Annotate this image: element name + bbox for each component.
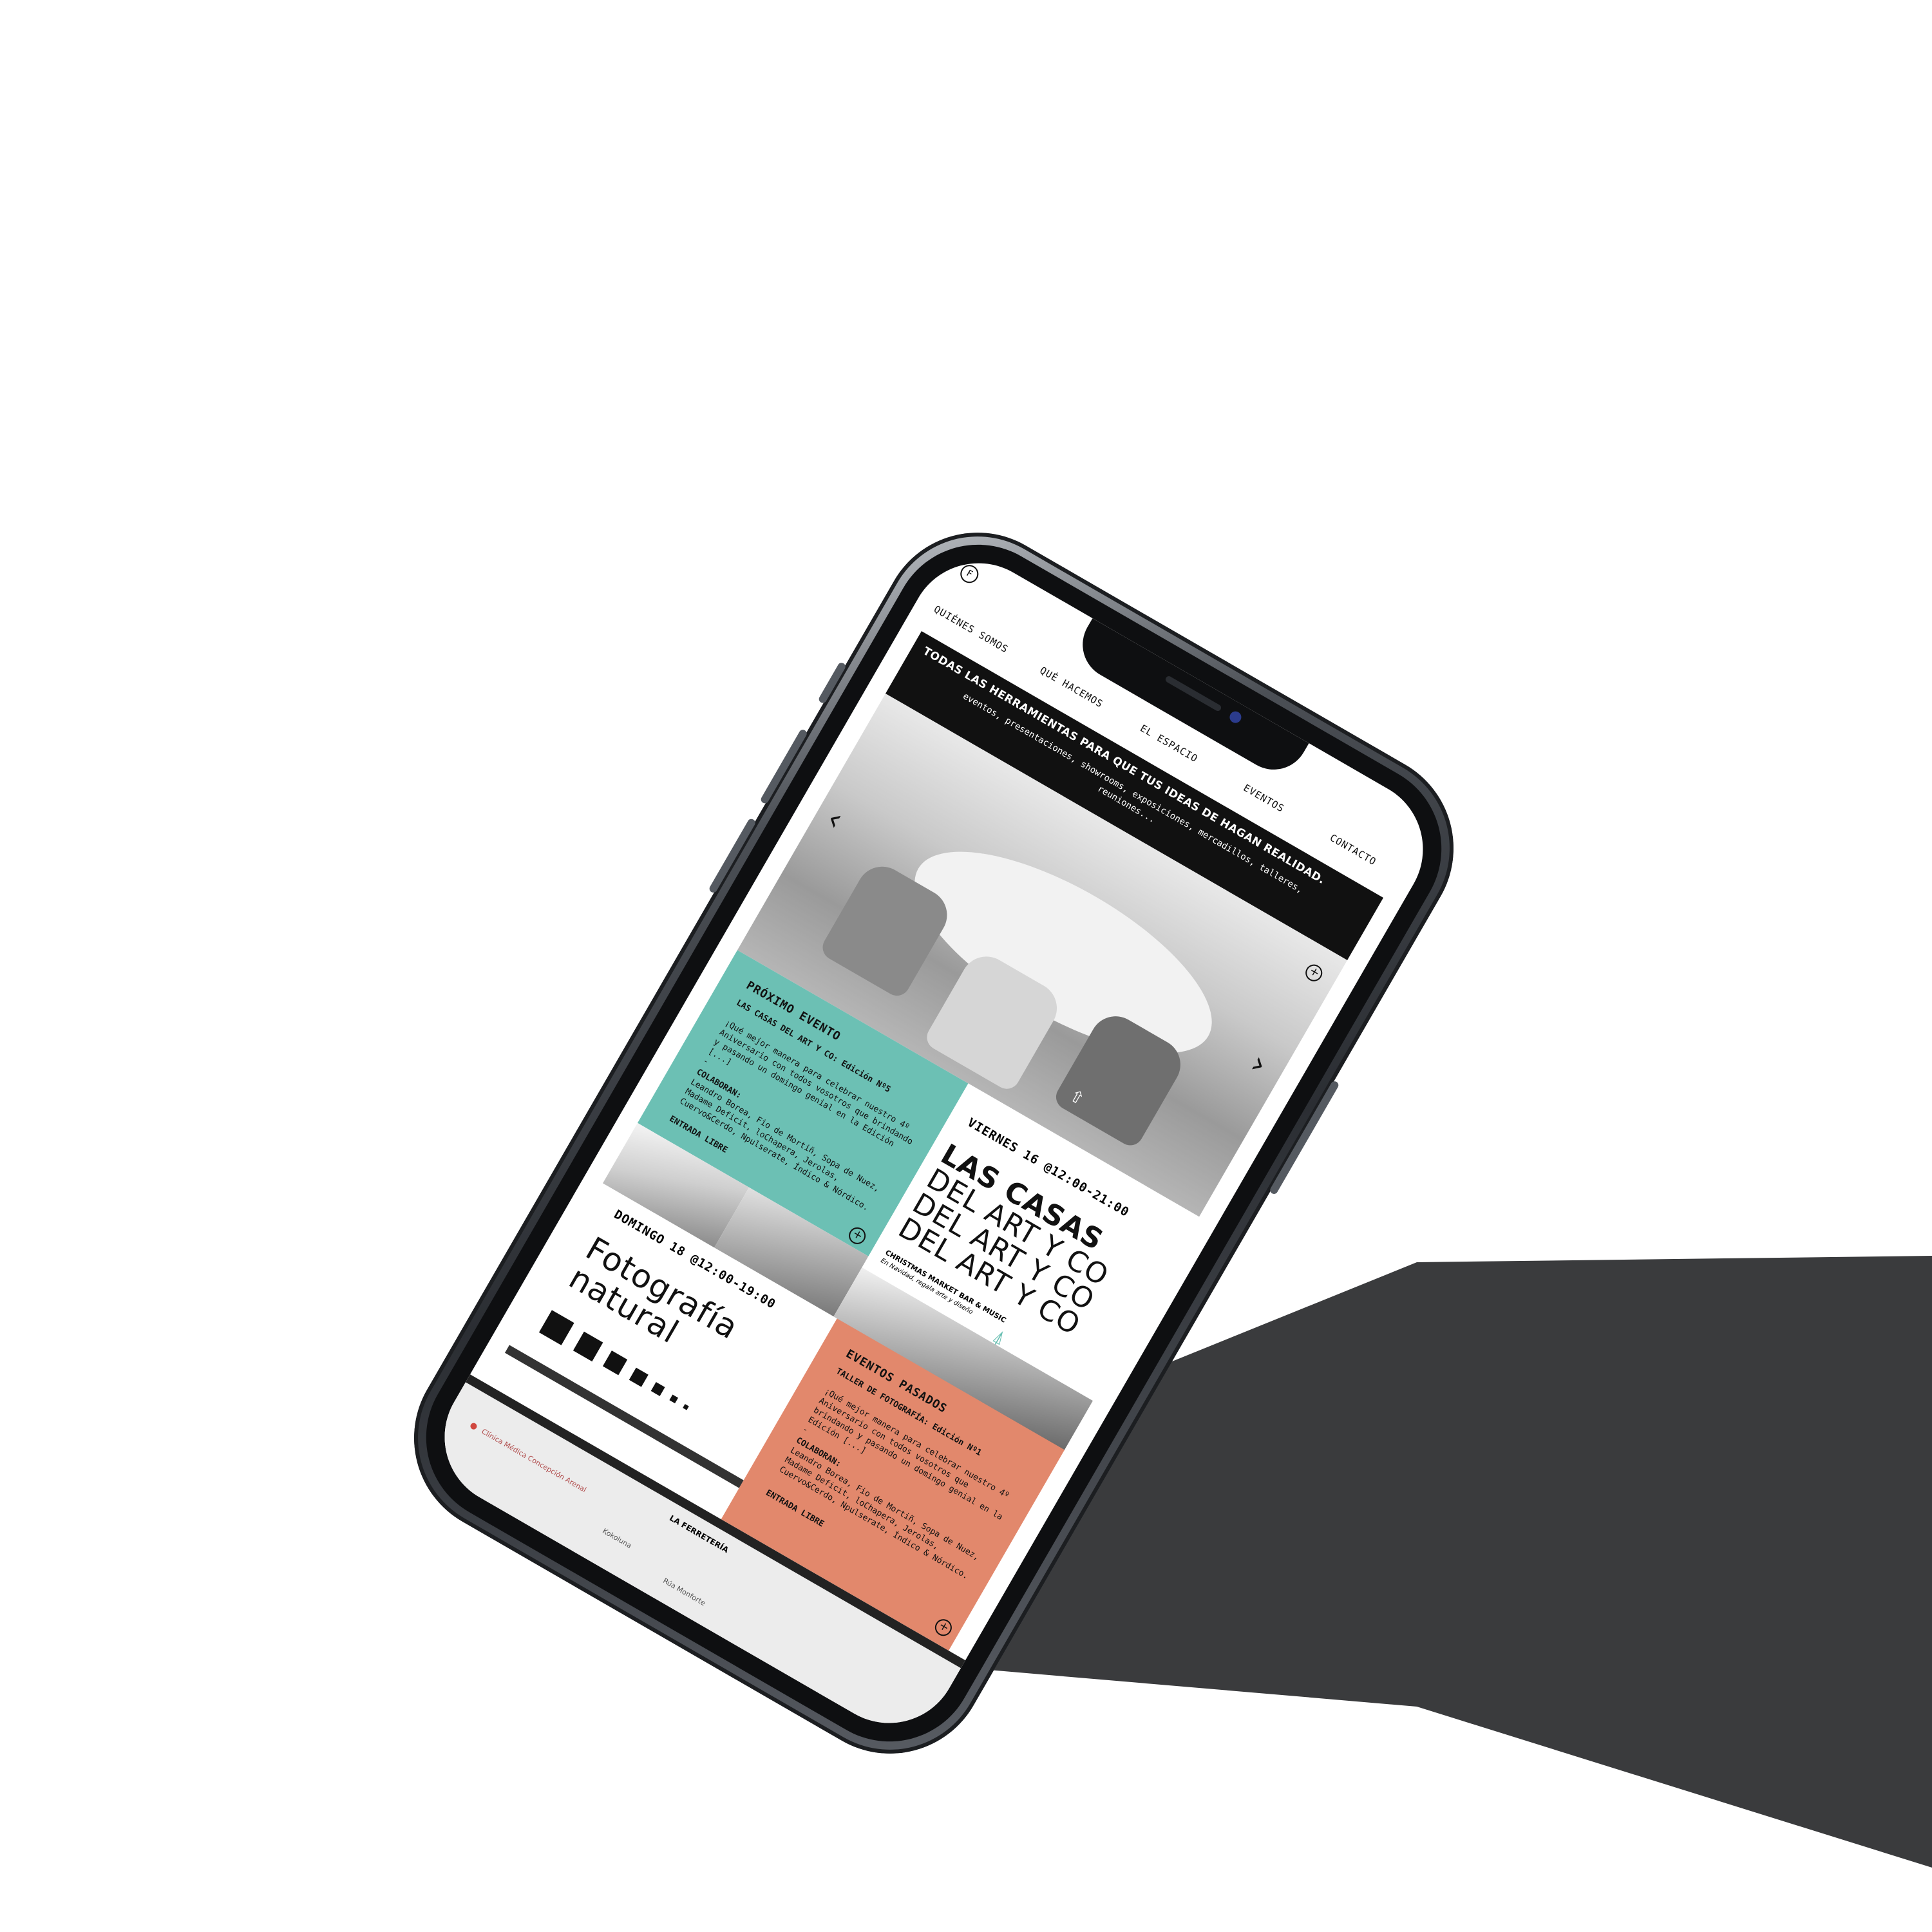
map-label: Rúa Monforte	[661, 1577, 707, 1608]
expand-plus-icon[interactable]: +	[1302, 961, 1325, 985]
map-label: Kokoluna	[601, 1526, 633, 1550]
nav-el-espacio[interactable]: EL ESPACIO	[1138, 723, 1200, 765]
carousel-next-icon[interactable]: ›	[1244, 1045, 1273, 1083]
front-camera	[1227, 709, 1244, 725]
nav-eventos[interactable]: EVENTOS	[1242, 782, 1287, 815]
map-pin-icon[interactable]	[469, 1421, 478, 1431]
square-decoration	[538, 1310, 574, 1345]
square-decoration	[629, 1367, 649, 1387]
square-decoration	[669, 1394, 679, 1404]
square-decoration	[650, 1382, 665, 1396]
square-decoration	[683, 1404, 689, 1410]
nav-contacto[interactable]: CONTACTO	[1328, 832, 1378, 868]
next-event-dash: -	[701, 1056, 710, 1067]
carousel-prev-icon[interactable]: ‹	[820, 800, 849, 838]
past-event-dash: -	[800, 1424, 810, 1435]
square-decoration	[573, 1331, 603, 1362]
square-decoration	[602, 1350, 628, 1376]
site-logo[interactable]: F	[957, 562, 982, 587]
expand-plus-icon[interactable]: +	[932, 1616, 955, 1639]
